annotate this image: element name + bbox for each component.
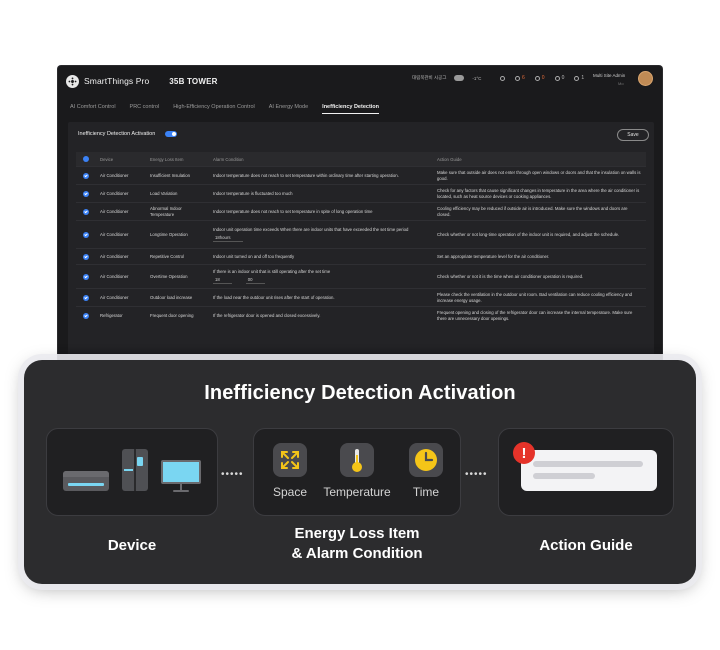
placeholder-line xyxy=(533,473,595,479)
table-row: Air Conditioner Repetitive Control Indoo… xyxy=(76,248,646,264)
notification-card xyxy=(521,450,657,491)
table-row: Air Conditioner Load Variation Indoor te… xyxy=(76,184,646,202)
time-label: Time xyxy=(412,485,440,499)
panel-title: Inefficiency Detection Activation xyxy=(78,131,156,137)
panel-header: Inefficiency Detection Activation xyxy=(78,131,178,137)
tab-high-efficiency-operation-control[interactable]: High-Efficiency Operation Control xyxy=(173,104,255,114)
location-label: 대림북관비 시공그 xyxy=(412,75,447,80)
status-item[interactable]: 0 xyxy=(534,75,545,81)
site-selector[interactable]: 35B TOWER xyxy=(169,77,217,86)
tv-stand-icon xyxy=(173,484,189,492)
status-item[interactable]: 6 xyxy=(515,75,525,81)
row-checkbox[interactable] xyxy=(83,253,89,260)
weather-widget: 대림북관비 시공그 -1°C xyxy=(412,75,481,81)
row-checkbox[interactable] xyxy=(83,294,89,301)
table-row: Air Conditioner Insufficient Insulation … xyxy=(76,166,646,184)
message-icon xyxy=(574,75,580,81)
status-item[interactable]: 0 xyxy=(554,75,564,81)
table-header: Device Energy Loss Item Alarm Condition … xyxy=(76,152,646,166)
table-row: Air Conditioner Outdoor load increase If… xyxy=(76,288,646,306)
temperature-item: Temperature xyxy=(321,443,393,499)
temperature-label: -1°C xyxy=(472,75,482,81)
action-guide-label: Action Guide xyxy=(539,537,633,554)
user-name: Multi Site Admin xyxy=(593,73,626,78)
refrigerator-icon xyxy=(122,449,148,491)
settings-panel: Inefficiency Detection Activation Save D… xyxy=(68,122,654,358)
connector-dots: ••••• xyxy=(221,469,244,480)
table-row: Air Conditioner Abnormal Indoor Temperat… xyxy=(76,202,646,220)
info-icon xyxy=(554,75,560,81)
select-all-checkbox[interactable] xyxy=(83,156,89,162)
status-bar: 6 0 0 1 xyxy=(500,75,584,81)
minute-select[interactable]: 00 xyxy=(245,277,265,284)
save-button[interactable]: Save xyxy=(617,129,649,141)
placeholder-line xyxy=(533,461,643,467)
table-row: Refrigerator Frequent door opening If th… xyxy=(76,306,646,324)
feature-card: Inefficiency Detection Activation ••••• … xyxy=(24,360,696,584)
hour-select[interactable]: 18 xyxy=(213,277,232,284)
temperature-item-label: Temperature xyxy=(323,485,391,499)
space-item: Space xyxy=(254,443,326,499)
tab-ai-energy-mode[interactable]: AI Energy Mode xyxy=(269,104,308,114)
detection-table: Device Energy Loss Item Alarm Condition … xyxy=(76,152,646,324)
air-conditioner-icon xyxy=(63,471,109,491)
column-header: Energy Loss Item xyxy=(150,156,184,162)
table-row: Air Conditioner Overtime Operation If th… xyxy=(76,264,646,288)
clock-icon xyxy=(409,443,443,477)
column-header: Device xyxy=(100,156,114,162)
row-checkbox[interactable] xyxy=(83,273,89,280)
row-checkbox[interactable] xyxy=(83,231,89,238)
row-checkbox[interactable] xyxy=(83,190,89,197)
energy-loss-label: Energy Loss Item & Alarm Condition xyxy=(291,525,423,562)
bell-icon xyxy=(515,75,520,81)
alert-icon: ! xyxy=(513,442,535,464)
column-header: Action Guide xyxy=(437,156,462,162)
activation-toggle[interactable] xyxy=(165,131,178,137)
card-title: Inefficiency Detection Activation xyxy=(204,382,516,404)
action-guide-box: ! xyxy=(498,428,674,516)
tv-icon xyxy=(161,460,201,484)
status-item[interactable] xyxy=(500,75,505,81)
smartthings-logo-icon xyxy=(66,74,79,88)
device-box xyxy=(46,428,218,516)
space-label: Space xyxy=(272,485,308,499)
nav-tabs: AI Comfort Control PRC control High-Effi… xyxy=(70,104,393,114)
time-item: Time xyxy=(390,443,462,499)
cloud-icon xyxy=(454,75,465,81)
tab-ai-comfort-control[interactable]: AI Comfort Control xyxy=(70,104,116,114)
top-bar: SmartThings Pro 35B TOWER xyxy=(58,66,662,96)
app-window: SmartThings Pro 35B TOWER 대림북관비 시공그 -1°C… xyxy=(58,66,662,366)
energy-loss-box: Space Temperature Time xyxy=(253,428,461,516)
hours-select[interactable]: 18hours xyxy=(213,235,243,242)
expand-icon xyxy=(273,443,307,477)
device-label: Device xyxy=(107,537,157,554)
warning-icon xyxy=(534,75,540,81)
column-header: Alarm Condition xyxy=(213,156,244,162)
thermometer-icon xyxy=(340,443,374,477)
alarm-icon xyxy=(500,75,505,81)
avatar[interactable] xyxy=(638,71,653,86)
row-checkbox[interactable] xyxy=(83,172,89,179)
user-sub: Mo xyxy=(618,81,624,86)
status-item[interactable]: 1 xyxy=(574,75,584,81)
tab-prc-control[interactable]: PRC control xyxy=(130,104,160,114)
row-checkbox[interactable] xyxy=(83,208,89,215)
table-row: Air Conditioner Longtime Operation Indoo… xyxy=(76,220,646,248)
connector-dots: ••••• xyxy=(465,469,488,480)
row-checkbox[interactable] xyxy=(83,312,89,319)
app-title: SmartThings Pro xyxy=(84,76,150,86)
tab-inefficiency-detection[interactable]: Inefficiency Detection xyxy=(322,104,380,114)
